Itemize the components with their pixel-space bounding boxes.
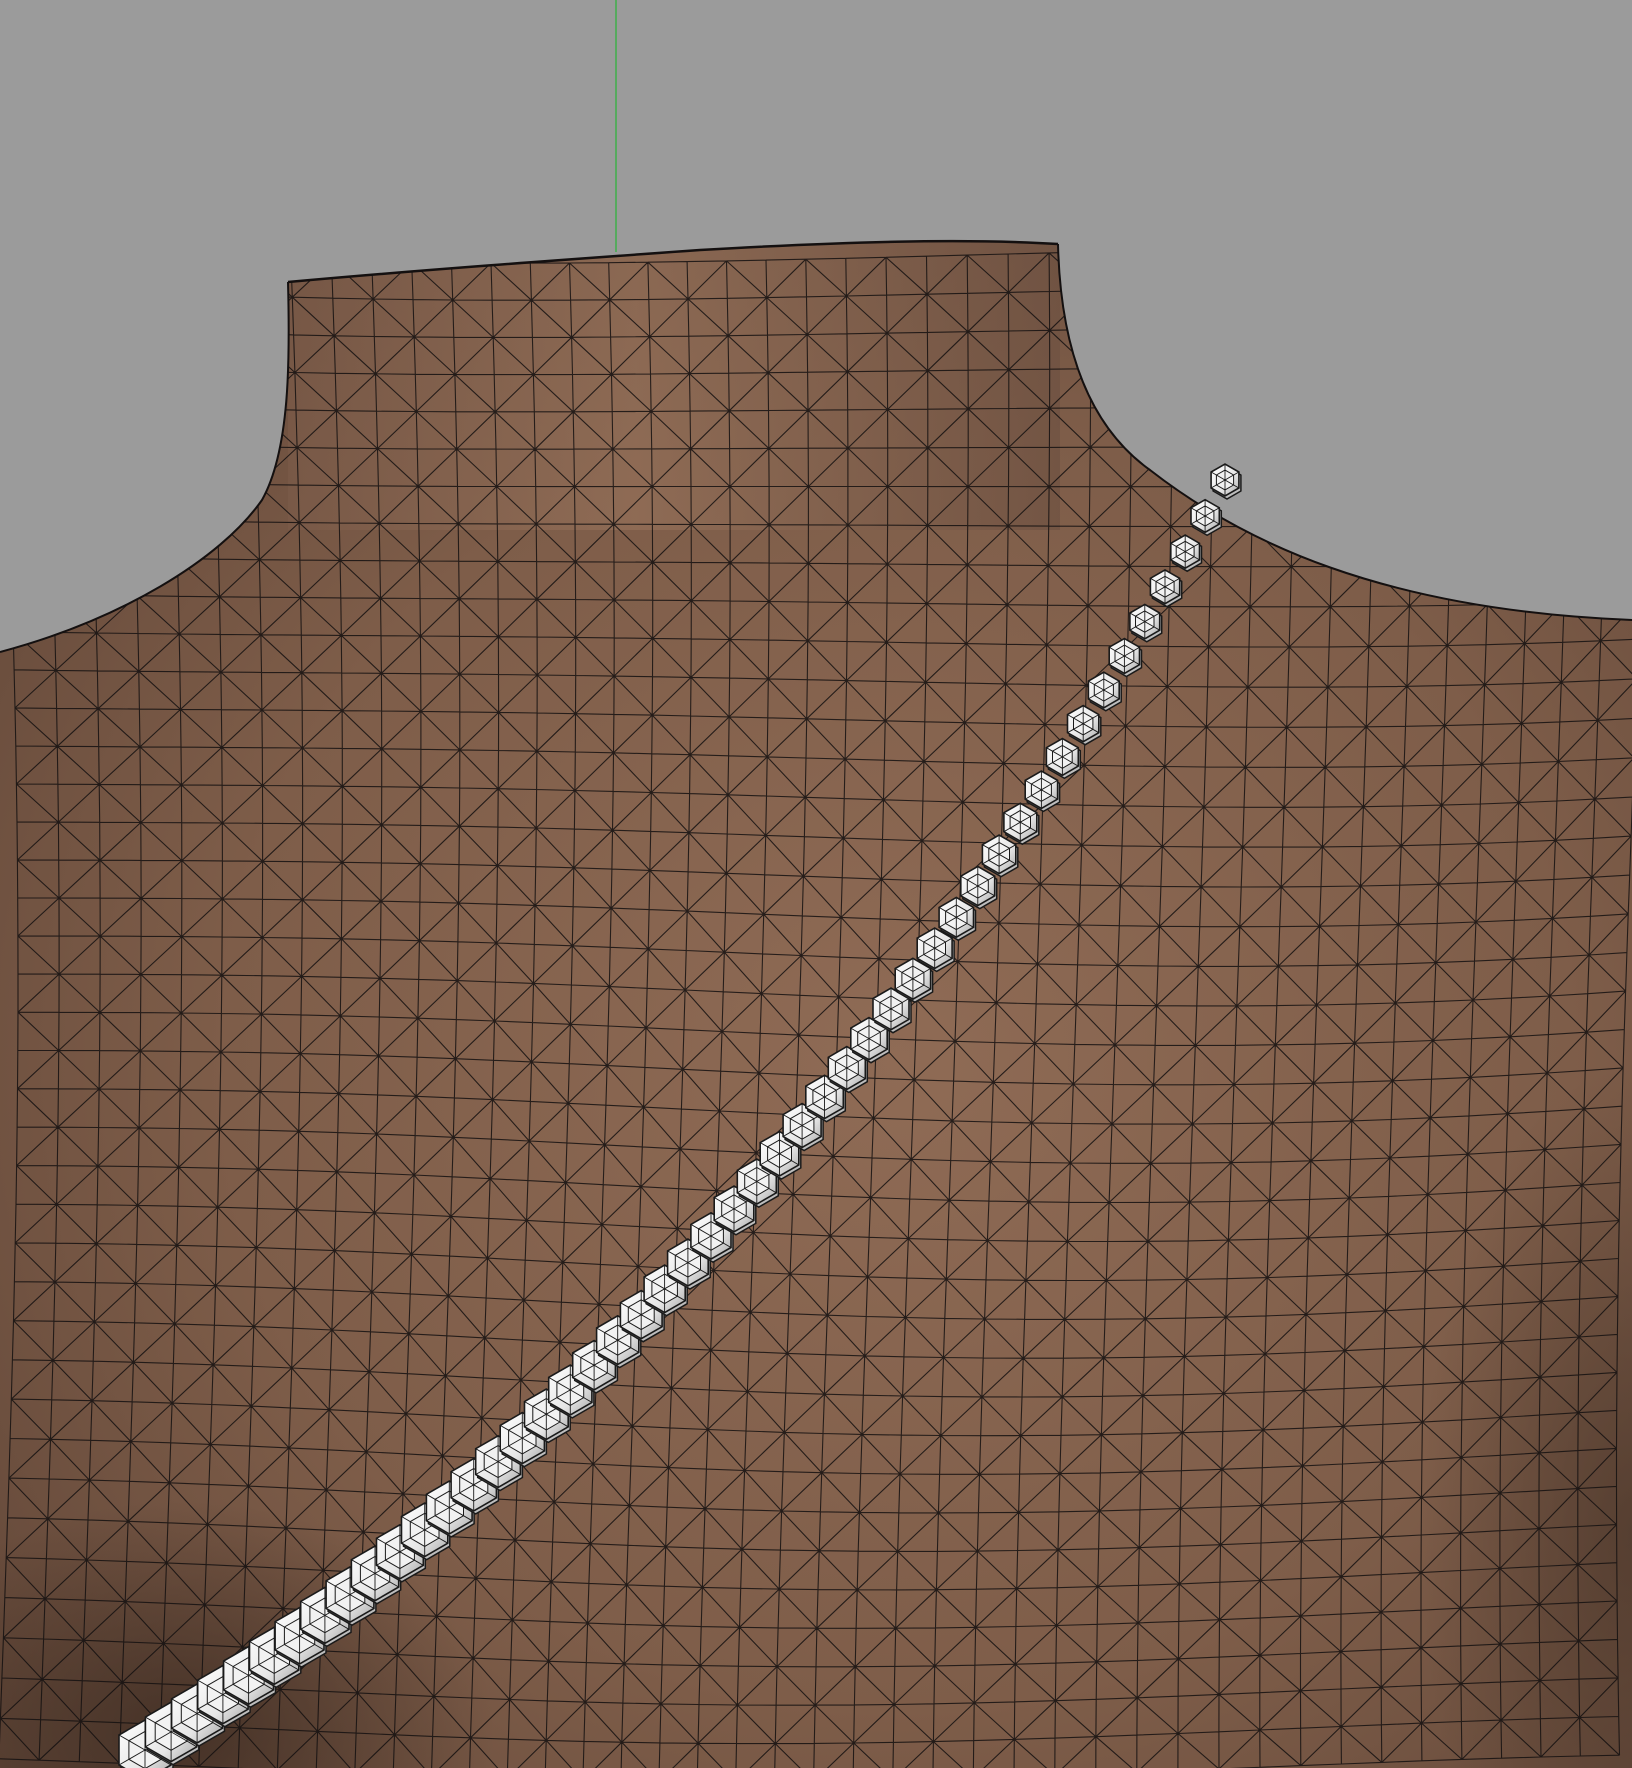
mannequin-scene[interactable] bbox=[0, 0, 1632, 1768]
right-shoulder-shadow bbox=[1100, 600, 1632, 1768]
neck-surface bbox=[288, 241, 1060, 530]
3d-viewport[interactable] bbox=[0, 0, 1632, 1768]
